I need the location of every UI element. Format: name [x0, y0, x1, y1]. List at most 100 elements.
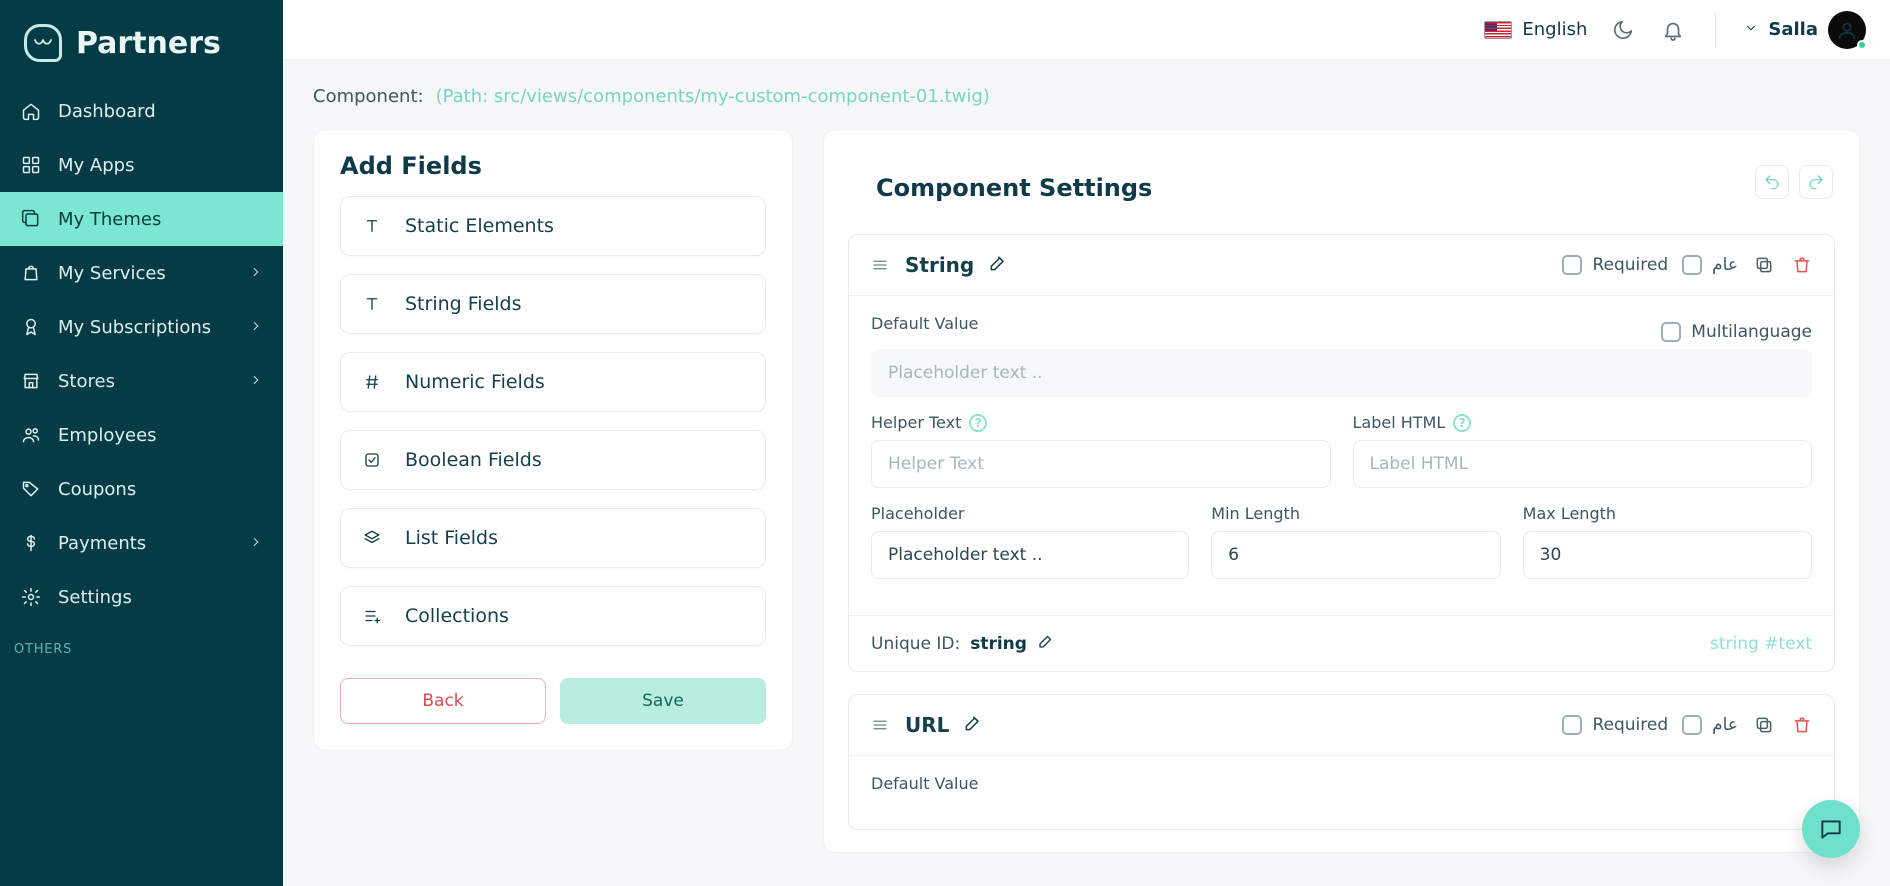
drag-handle-icon[interactable]: [869, 714, 891, 736]
helper-text-input[interactable]: [871, 440, 1331, 488]
redo-button[interactable]: [1799, 165, 1833, 199]
duplicate-icon[interactable]: [1752, 713, 1776, 737]
sidebar-item-label: Employees: [58, 425, 157, 446]
help-icon[interactable]: ?: [969, 414, 987, 432]
field-type-list[interactable]: List Fields: [340, 508, 766, 568]
undo-button[interactable]: [1755, 165, 1789, 199]
sidebar-item-payments[interactable]: Payments: [0, 516, 283, 570]
header-separator: [1715, 12, 1716, 48]
sidebar-item-employees[interactable]: Employees: [0, 408, 283, 462]
presence-dot-icon: [1857, 40, 1867, 50]
chat-bubble[interactable]: [1802, 800, 1860, 858]
flag-us-icon: [1484, 21, 1512, 39]
type-signature: string #text: [1710, 634, 1812, 654]
sidebar-item-services[interactable]: My Services: [0, 246, 283, 300]
default-value-label: Default Value: [871, 314, 1639, 333]
brand-logo-icon: [24, 24, 62, 62]
sidebar-item-subscriptions[interactable]: My Subscriptions: [0, 300, 283, 354]
avatar: [1828, 11, 1866, 49]
edit-uid-icon[interactable]: [1037, 632, 1055, 655]
add-fields-actions: Back Save: [314, 666, 792, 750]
user-menu[interactable]: Salla: [1744, 11, 1866, 49]
edit-title-icon[interactable]: [963, 713, 983, 737]
settings-panel: Component Settings String: [823, 129, 1860, 853]
badge-icon: [20, 316, 42, 338]
field-type-numeric[interactable]: Numeric Fields: [340, 352, 766, 412]
save-button[interactable]: Save: [560, 678, 766, 724]
field-type-label: Static Elements: [405, 215, 554, 237]
sidebar-item-coupons[interactable]: Coupons: [0, 462, 283, 516]
chevron-right-icon: [249, 317, 263, 338]
sidebar-item-label: Payments: [58, 533, 146, 554]
arabic-checkbox[interactable]: عام: [1682, 715, 1738, 735]
sidebar-item-stores[interactable]: Stores: [0, 354, 283, 408]
text-icon: [361, 215, 383, 237]
grid-icon: [20, 154, 42, 176]
block-title: String: [905, 253, 974, 277]
delete-icon[interactable]: [1790, 253, 1814, 277]
sidebar-item-apps[interactable]: My Apps: [0, 138, 283, 192]
sidebar-item-themes[interactable]: My Themes: [0, 192, 283, 246]
hash-icon: [361, 371, 383, 393]
brand: Partners: [0, 0, 283, 76]
max-length-input[interactable]: [1523, 531, 1812, 579]
drag-handle-icon[interactable]: [869, 254, 891, 276]
default-value-input[interactable]: [871, 349, 1812, 397]
sidebar-item-dashboard[interactable]: Dashboard: [0, 84, 283, 138]
multilanguage-checkbox[interactable]: Multilanguage: [1661, 314, 1812, 349]
field-type-static[interactable]: Static Elements: [340, 196, 766, 256]
tag-icon: [20, 478, 42, 500]
chevron-right-icon: [249, 533, 263, 554]
field-type-label: List Fields: [405, 527, 498, 549]
field-type-collections[interactable]: Collections: [340, 586, 766, 646]
sidebar-nav: Dashboard My Apps My Themes My Services …: [0, 84, 283, 665]
field-type-list: Static Elements String Fields Numeric Fi…: [314, 190, 792, 666]
sidebar: Partners Dashboard My Apps My Themes My …: [0, 0, 283, 886]
sidebar-item-label: My Themes: [58, 209, 161, 230]
setting-block-string: String Required عام Default Value: [848, 234, 1835, 672]
label-html-input[interactable]: [1353, 440, 1813, 488]
chevron-right-icon: [249, 263, 263, 284]
sidebar-group-others: OTHERS: [0, 624, 283, 665]
sidebar-item-label: Dashboard: [58, 101, 156, 122]
people-icon: [20, 424, 42, 446]
helper-text-label: Helper Text?: [871, 413, 1331, 432]
block-title: URL: [905, 713, 949, 737]
dark-mode-icon[interactable]: [1609, 16, 1637, 44]
sidebar-item-settings[interactable]: Settings: [0, 570, 283, 624]
min-length-input[interactable]: [1211, 531, 1500, 579]
bag-icon: [20, 262, 42, 284]
checkbox-icon: [361, 449, 383, 471]
field-type-label: Numeric Fields: [405, 371, 545, 393]
sidebar-item-label: My Apps: [58, 155, 134, 176]
sidebar-item-label: Stores: [58, 371, 115, 392]
setting-block-url: URL Required عام Default Value: [848, 694, 1835, 830]
field-type-label: Boolean Fields: [405, 449, 542, 471]
min-length-label: Min Length: [1211, 504, 1500, 523]
language-switch[interactable]: English: [1484, 19, 1587, 40]
help-icon[interactable]: ?: [1453, 414, 1471, 432]
edit-title-icon[interactable]: [988, 253, 1008, 277]
chevron-down-icon: [1744, 19, 1758, 40]
field-type-boolean[interactable]: Boolean Fields: [340, 430, 766, 490]
sidebar-item-label: Settings: [58, 587, 132, 608]
duplicate-icon[interactable]: [1752, 253, 1776, 277]
header: English Salla: [283, 0, 1890, 60]
field-type-string[interactable]: String Fields: [340, 274, 766, 334]
placeholder-label: Placeholder: [871, 504, 1189, 523]
back-button[interactable]: Back: [340, 678, 546, 724]
placeholder-input[interactable]: [871, 531, 1189, 579]
field-type-label: Collections: [405, 605, 509, 627]
notifications-icon[interactable]: [1659, 16, 1687, 44]
breadcrumb-path: (Path: src/views/components/my-custom-co…: [436, 86, 990, 107]
delete-icon[interactable]: [1790, 713, 1814, 737]
clone-icon: [20, 208, 42, 230]
required-checkbox[interactable]: Required: [1562, 255, 1668, 275]
add-fields-title: Add Fields: [314, 130, 792, 190]
required-checkbox[interactable]: Required: [1562, 715, 1668, 735]
sidebar-item-label: My Services: [58, 263, 166, 284]
content: Component: (Path: src/views/components/m…: [283, 60, 1890, 886]
max-length-label: Max Length: [1523, 504, 1812, 523]
arabic-checkbox[interactable]: عام: [1682, 255, 1738, 275]
undo-redo: [1755, 165, 1833, 199]
